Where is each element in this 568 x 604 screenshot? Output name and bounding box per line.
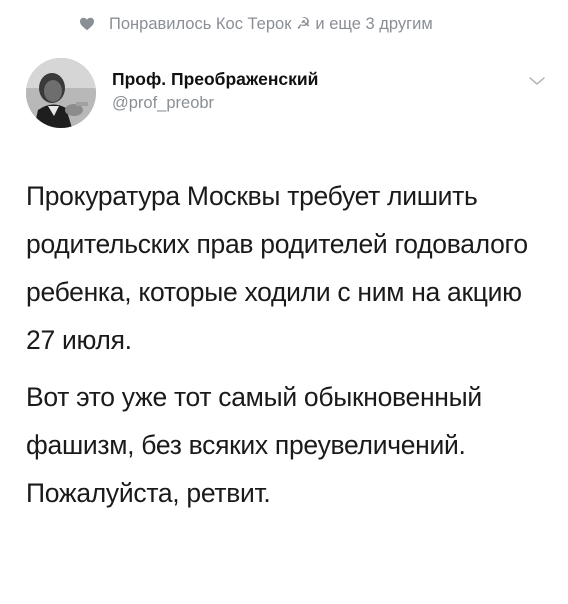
tweet-paragraph: Пожалуйста, ретвит. (26, 478, 271, 508)
author-names[interactable]: Проф. Преображенский @prof_preobr (112, 68, 318, 114)
heart-icon (79, 16, 95, 32)
tweet-paragraph: Вот это уже тот самый обыкновенный фашиз… (26, 382, 482, 460)
avatar[interactable] (26, 58, 96, 128)
display-name[interactable]: Проф. Преображенский (112, 68, 318, 90)
social-context[interactable]: Понравилось Кос Терок ☭ и еще 3 другим (80, 14, 433, 34)
handle[interactable]: @prof_preobr (112, 92, 318, 114)
tweet-text: Прокуратура Москвы требует лишить родите… (26, 172, 546, 517)
liked-by-text[interactable]: Понравилось Кос Терок ☭ и еще 3 другим (109, 14, 433, 34)
tweet-header: Проф. Преображенский @prof_preobr (26, 58, 546, 128)
tweet-paragraph: Прокуратура Москвы требует лишить родите… (26, 181, 528, 355)
chevron-down-icon[interactable] (528, 74, 546, 86)
